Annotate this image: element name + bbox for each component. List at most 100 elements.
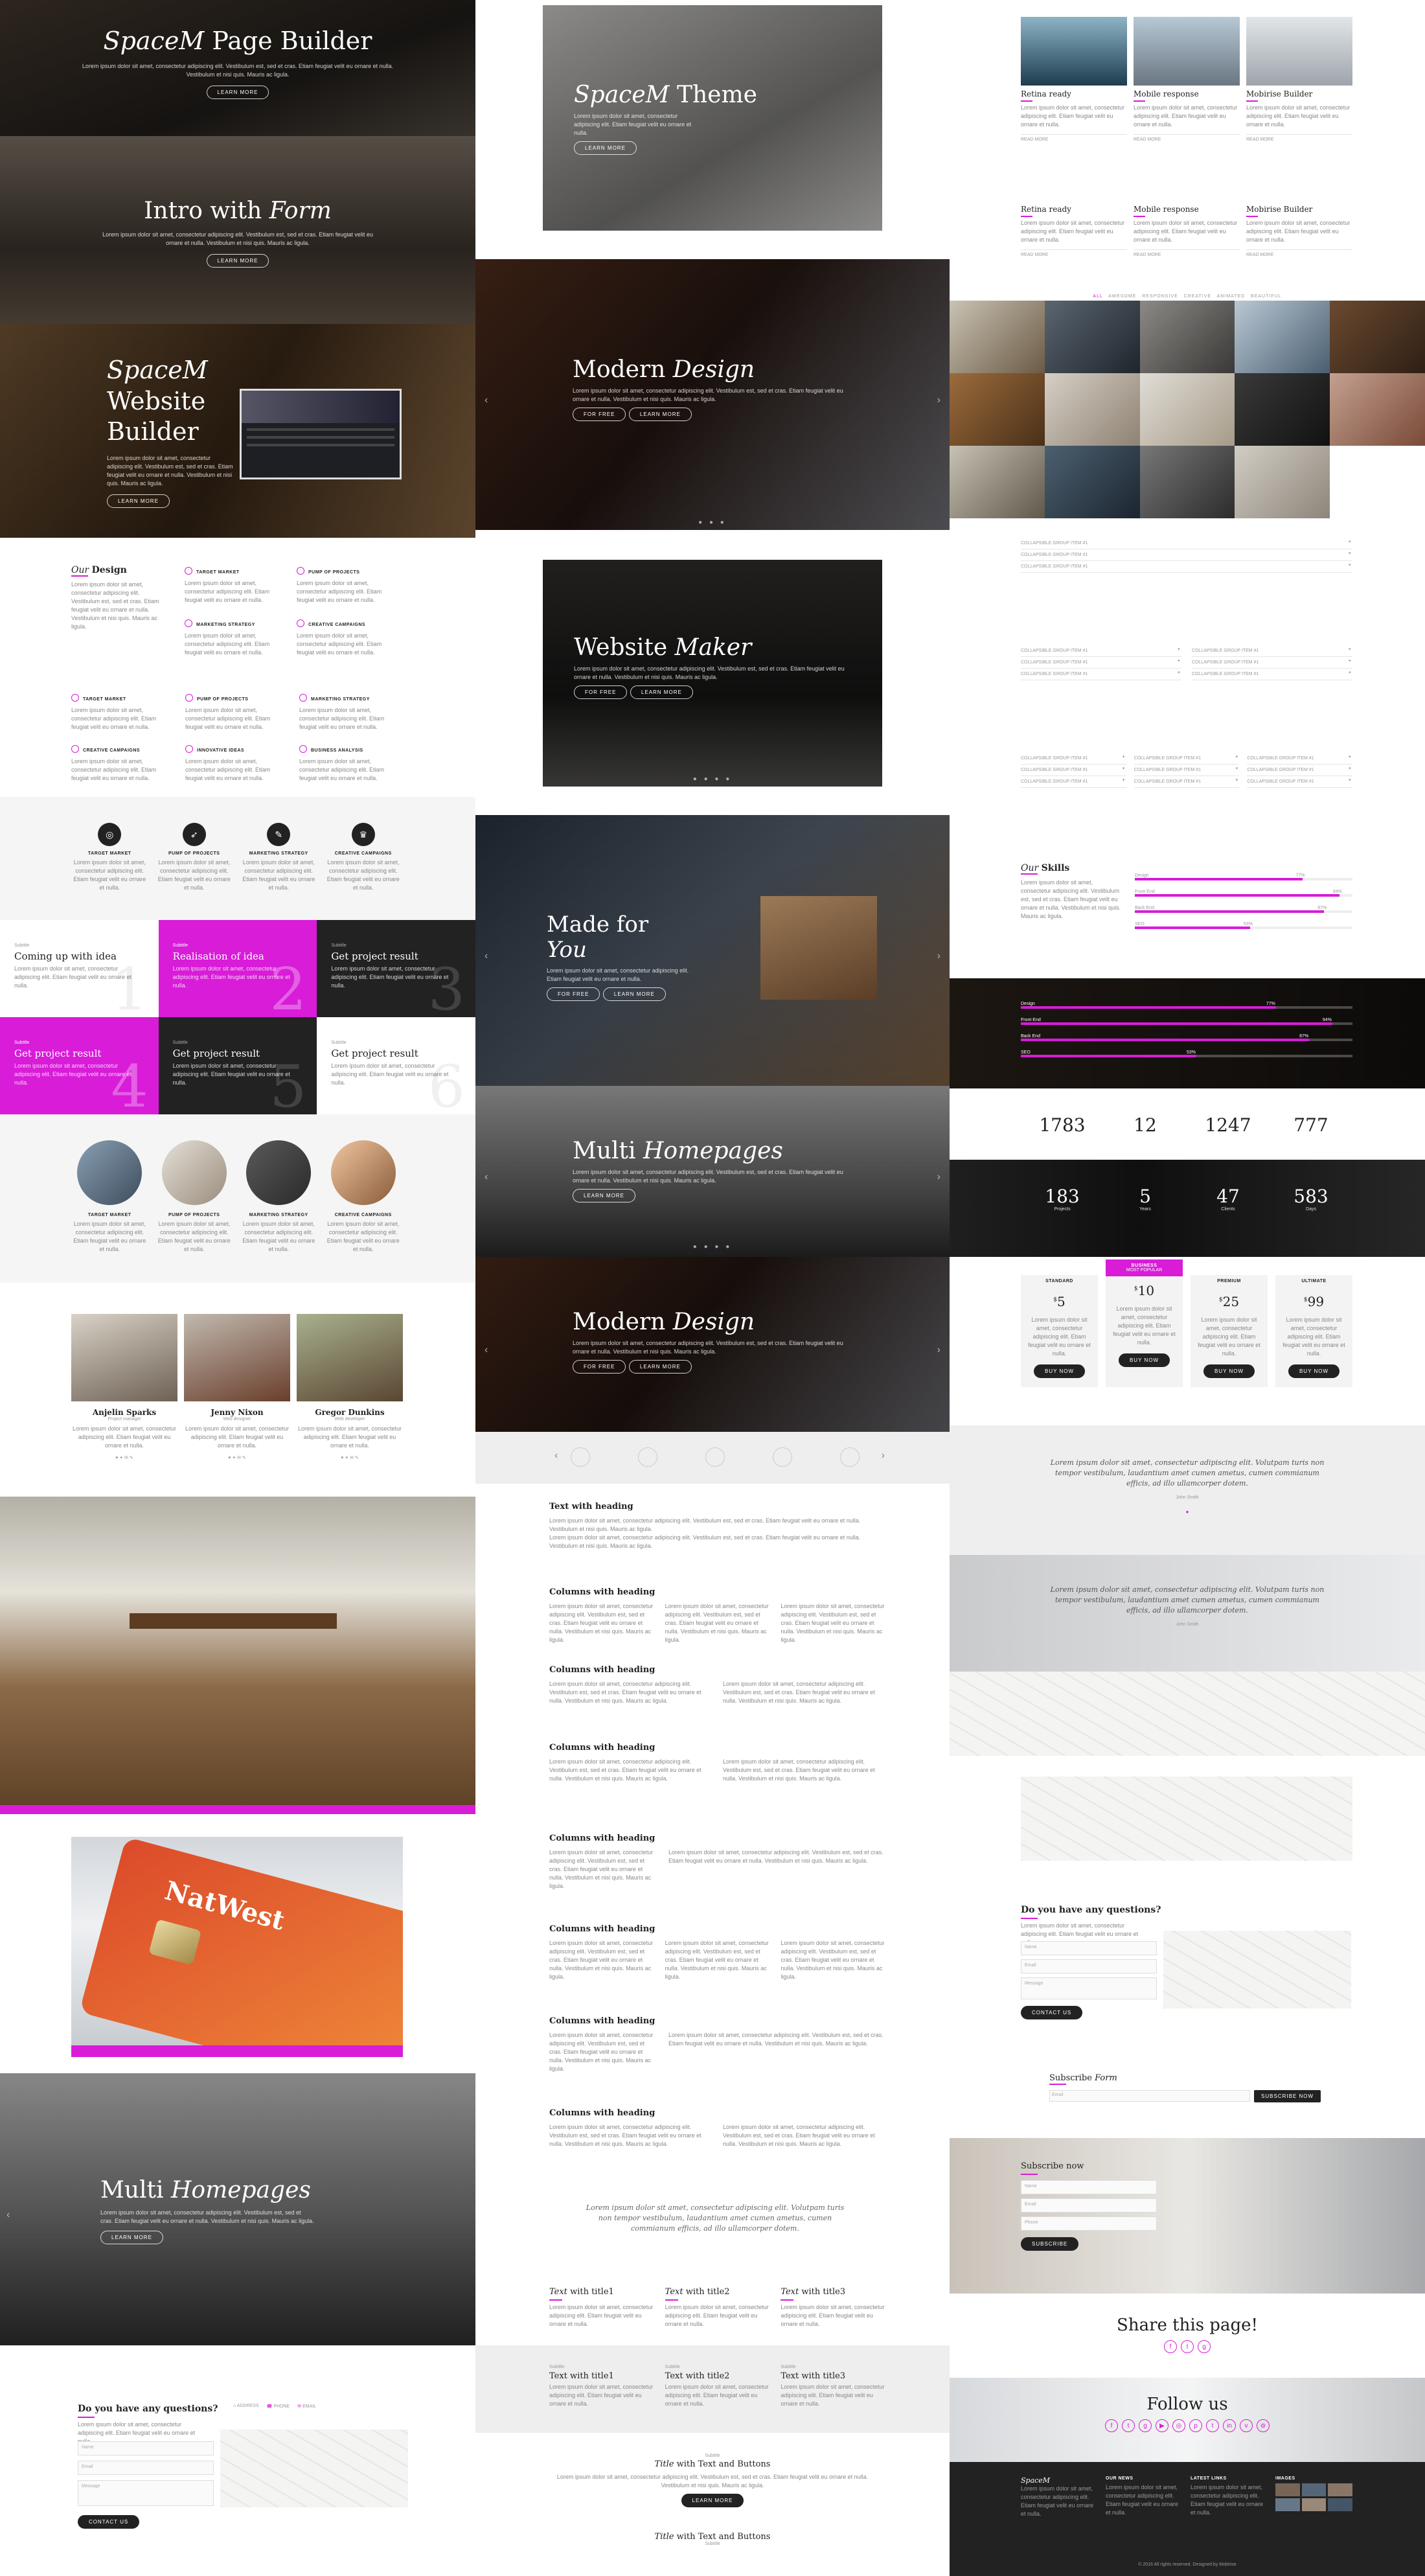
social-icons[interactable]: ♥ ✦ ✉ ✎ bbox=[71, 1455, 177, 1460]
slider-dots[interactable]: ● ● ● ● bbox=[543, 776, 882, 783]
learn-more-button[interactable]: LEARN MORE bbox=[573, 1189, 635, 1203]
email-field[interactable]: Email bbox=[1021, 2198, 1157, 2213]
gallery-image[interactable] bbox=[950, 301, 1045, 373]
gallery-image[interactable] bbox=[1139, 373, 1235, 446]
prev-arrow-icon[interactable]: ‹ bbox=[484, 950, 488, 962]
twitter-icon[interactable]: t bbox=[1181, 2340, 1194, 2353]
name-field[interactable]: Name bbox=[1021, 1941, 1157, 1955]
learn-more-button[interactable]: LEARN MORE bbox=[630, 685, 693, 700]
for-free-button[interactable]: FOR FREE bbox=[573, 1360, 626, 1374]
prev-arrow-icon[interactable]: ‹ bbox=[6, 2209, 10, 2221]
accordion-item[interactable]: COLLAPSIBLE GROUP ITEM #1 bbox=[1021, 669, 1181, 680]
slider-dots[interactable]: ● ● ● bbox=[475, 519, 950, 526]
learn-more-button[interactable]: LEARN MORE bbox=[107, 494, 170, 508]
tumblr-icon[interactable]: t bbox=[1206, 2419, 1219, 2432]
accordion-item[interactable]: COLLAPSIBLE GROUP ITEM #1 bbox=[1021, 765, 1126, 776]
facebook-icon[interactable]: f bbox=[1164, 2340, 1177, 2353]
subscribe-button[interactable]: SUBSCRIBE bbox=[1021, 2237, 1079, 2251]
google-plus-icon[interactable]: g bbox=[1139, 2419, 1152, 2432]
gallery-image[interactable] bbox=[1044, 446, 1140, 518]
learn-more-button[interactable]: LEARN MORE bbox=[206, 85, 269, 99]
read-more-link[interactable]: READ MORE bbox=[1134, 137, 1240, 142]
next-arrow-icon[interactable]: › bbox=[937, 1171, 940, 1183]
learn-more-button[interactable]: LEARN MORE bbox=[628, 1360, 692, 1374]
map[interactable] bbox=[1163, 1931, 1351, 2008]
prev-arrow-icon[interactable]: ‹ bbox=[484, 1171, 488, 1183]
for-free-button[interactable]: FOR FREE bbox=[574, 685, 628, 700]
gallery-image[interactable] bbox=[1330, 446, 1425, 518]
accordion-item[interactable]: COLLAPSIBLE GROUP ITEM #1 bbox=[1247, 776, 1352, 788]
learn-more-button[interactable]: LEARN MORE bbox=[574, 141, 637, 155]
accordion-item[interactable]: COLLAPSIBLE GROUP ITEM #1 bbox=[1021, 657, 1181, 669]
email-field[interactable]: Email bbox=[78, 2461, 214, 2475]
vk-icon[interactable]: v bbox=[1240, 2419, 1253, 2432]
accordion-item[interactable]: COLLAPSIBLE GROUP ITEM #1 bbox=[1192, 645, 1352, 657]
subscribe-email-input[interactable]: Email bbox=[1049, 2090, 1250, 2102]
gallery-image[interactable] bbox=[1330, 373, 1425, 446]
gallery-image[interactable] bbox=[950, 373, 1045, 446]
map[interactable] bbox=[220, 2430, 408, 2507]
youtube-icon[interactable]: ▶ bbox=[1156, 2419, 1168, 2432]
contact-us-button[interactable]: CONTACT US bbox=[78, 2515, 140, 2529]
social-icons[interactable]: ♥ ✦ ✉ ✎ bbox=[297, 1455, 403, 1460]
for-free-button[interactable]: FOR FREE bbox=[573, 408, 626, 422]
google-plus-icon[interactable]: g bbox=[1198, 2340, 1211, 2353]
gallery-image[interactable] bbox=[950, 446, 1045, 518]
twitter-icon[interactable]: t bbox=[1122, 2419, 1135, 2432]
subscribe-button[interactable]: SUBSCRIBE NOW bbox=[1254, 2090, 1321, 2102]
message-field[interactable]: Message bbox=[1021, 1977, 1157, 1999]
map[interactable] bbox=[1021, 1777, 1352, 1861]
gallery-tabs[interactable]: ALL AWESOME RESPONSIVE CREATIVE ANIMATED… bbox=[950, 294, 1425, 299]
buy-now-button[interactable]: BUY NOW bbox=[1203, 1364, 1255, 1378]
map-full[interactable] bbox=[950, 1672, 1425, 1756]
gallery-image[interactable] bbox=[1044, 301, 1140, 373]
accordion-item[interactable]: COLLAPSIBLE GROUP ITEM #1 bbox=[1192, 669, 1352, 680]
message-field[interactable]: Message bbox=[78, 2480, 214, 2506]
accordion-item[interactable]: COLLAPSIBLE GROUP ITEM #1 bbox=[1021, 753, 1126, 765]
accordion-item[interactable]: COLLAPSIBLE GROUP ITEM #1 bbox=[1134, 776, 1240, 788]
buy-now-button[interactable]: BUY NOW bbox=[1118, 1353, 1170, 1367]
gallery-image[interactable] bbox=[1139, 301, 1235, 373]
accordion-item[interactable]: COLLAPSIBLE GROUP ITEM #1 bbox=[1247, 765, 1352, 776]
email-field[interactable]: Email bbox=[1021, 1959, 1157, 1973]
phone-field[interactable]: Phone bbox=[1021, 2216, 1157, 2231]
slider-dots[interactable]: ● ● ● ● bbox=[475, 1243, 950, 1250]
read-more-link[interactable]: READ MORE bbox=[1021, 137, 1127, 142]
read-more-link[interactable]: READ MORE bbox=[1021, 253, 1127, 257]
gallery-image[interactable] bbox=[1044, 373, 1140, 446]
accordion-item[interactable]: COLLAPSIBLE GROUP ITEM #1 bbox=[1021, 538, 1352, 549]
rss-icon[interactable]: ⊚ bbox=[1257, 2419, 1270, 2432]
accordion-item[interactable]: COLLAPSIBLE GROUP ITEM #1 bbox=[1134, 753, 1240, 765]
accordion-item[interactable]: COLLAPSIBLE GROUP ITEM #1 bbox=[1247, 753, 1352, 765]
name-field[interactable]: Name bbox=[78, 2441, 214, 2455]
facebook-icon[interactable]: f bbox=[1105, 2419, 1118, 2432]
accordion-item[interactable]: COLLAPSIBLE GROUP ITEM #1 bbox=[1021, 645, 1181, 657]
gallery-image[interactable] bbox=[1235, 373, 1330, 446]
learn-more-button[interactable]: LEARN MORE bbox=[602, 987, 666, 1002]
prev-arrow-icon[interactable]: ‹ bbox=[484, 395, 488, 406]
gallery-image[interactable] bbox=[1139, 446, 1235, 518]
buy-now-button[interactable]: BUY NOW bbox=[1033, 1364, 1086, 1378]
learn-more-button[interactable]: LEARN MORE bbox=[100, 2231, 163, 2245]
gallery-image[interactable] bbox=[1235, 301, 1330, 373]
learn-more-button[interactable]: LEARN MORE bbox=[628, 408, 692, 422]
name-field[interactable]: Name bbox=[1021, 2180, 1157, 2194]
next-arrow-icon[interactable]: › bbox=[937, 395, 940, 406]
prev-arrow-icon[interactable]: ‹ bbox=[554, 1450, 558, 1462]
accordion-item[interactable]: COLLAPSIBLE GROUP ITEM #1 bbox=[1021, 549, 1352, 561]
gallery-image[interactable] bbox=[1330, 301, 1425, 373]
buy-now-button[interactable]: BUY NOW bbox=[1288, 1364, 1340, 1378]
read-more-link[interactable]: READ MORE bbox=[1246, 137, 1352, 142]
learn-more-button[interactable]: LEARN MORE bbox=[681, 2494, 744, 2507]
learn-more-button[interactable]: LEARN MORE bbox=[206, 254, 269, 268]
accordion-item[interactable]: COLLAPSIBLE GROUP ITEM #1 bbox=[1021, 561, 1352, 573]
pinterest-icon[interactable]: p bbox=[1189, 2419, 1202, 2432]
accordion-item[interactable]: COLLAPSIBLE GROUP ITEM #1 bbox=[1134, 765, 1240, 776]
for-free-button[interactable]: FOR FREE bbox=[547, 987, 600, 1002]
social-icons[interactable]: ♥ ✦ ✉ ✎ bbox=[184, 1455, 290, 1460]
next-arrow-icon[interactable]: › bbox=[882, 1450, 885, 1462]
accordion-item[interactable]: COLLAPSIBLE GROUP ITEM #1 bbox=[1021, 776, 1126, 788]
read-more-link[interactable]: READ MORE bbox=[1134, 253, 1240, 257]
linkedin-icon[interactable]: in bbox=[1223, 2419, 1236, 2432]
accordion-item[interactable]: COLLAPSIBLE GROUP ITEM #1 bbox=[1192, 657, 1352, 669]
